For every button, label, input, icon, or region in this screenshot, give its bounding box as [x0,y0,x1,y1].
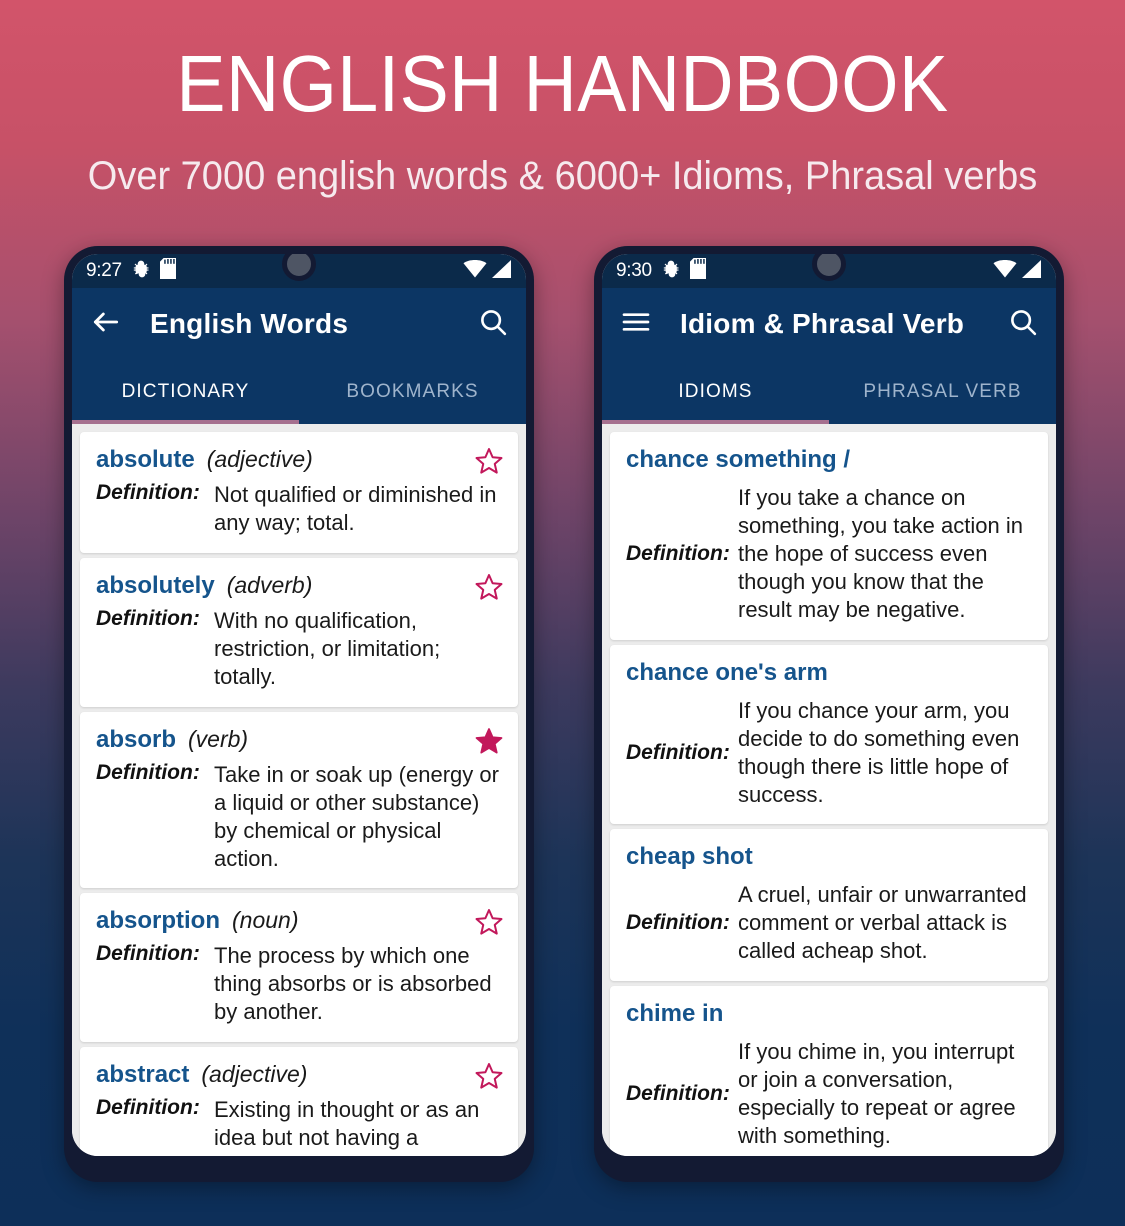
sd-card-icon [159,258,176,284]
back-arrow-icon[interactable] [90,306,122,343]
definition-label: Definition: [626,911,730,935]
dictionary-list[interactable]: absolute (adjective) Definition: Not qua… [72,424,526,1156]
definition-label: Definition: [96,481,200,504]
bookmark-star-icon[interactable] [474,907,504,937]
idiom-entry[interactable]: chime in Definition: If you chime in, yo… [610,986,1048,1156]
definition-text: Existing in thought or as an idea but no… [214,1097,480,1156]
bug-gear-icon [661,259,681,284]
definition-text: Not qualified or diminished in any way; … [214,482,497,535]
status-time: 9:27 [86,260,122,281]
entry-word: absorption [96,907,220,935]
bookmark-star-icon-filled[interactable] [474,726,504,756]
tab-indicator [72,420,299,424]
app-bar-left: English Words [72,288,526,360]
screen-left: 9:27 English Words DICTIONARY BOOKMARKS … [72,254,526,1156]
sd-card-icon [689,258,706,284]
page-title: ENGLISH HANDBOOK [176,39,949,128]
definition-label: Definition: [96,1096,200,1120]
tab-phrasal-verb[interactable]: PHRASAL VERB [829,360,1056,424]
entry-part-of-speech: (adverb) [226,571,313,598]
idiom-entry[interactable]: cheap shot Definition: A cruel, unfair o… [610,829,1048,982]
idiom-entry[interactable]: chance one's arm Definition: If you chan… [610,644,1048,825]
bookmark-star-icon[interactable] [474,1061,504,1091]
search-icon[interactable] [1008,307,1038,342]
idiom-entry[interactable]: chance something / Definition: If you ta… [610,432,1048,640]
definition-text: A cruel, unfair or unwarranted comment o… [738,882,1027,964]
idiom-title: chance one's arm [626,658,828,686]
phone-mockup-right: 9:30 Idiom & Phrasal Verb IDIOMS PHRASAL… [594,246,1064,1182]
entry-part-of-speech: (adjective) [201,1061,308,1088]
entry-part-of-speech: (adjective) [206,446,313,472]
definition-label: Definition: [626,1082,730,1106]
screen-right: 9:30 Idiom & Phrasal Verb IDIOMS PHRASAL… [602,254,1056,1156]
signal-icon [1022,259,1042,283]
entry-part-of-speech: (noun) [232,907,299,934]
definition-label: Definition: [96,942,200,966]
app-bar-title: Idiom & Phrasal Verb [680,308,965,339]
entry-word: absorb [96,725,177,753]
promo-header: ENGLISH HANDBOOK Over 7000 english words… [0,0,1125,198]
definition-label: Definition: [96,760,200,784]
definition-text: If you chime in, you interrupt or join a… [738,1039,1016,1149]
entry-word: absolutely [96,571,215,599]
definition-label: Definition: [626,740,730,764]
definition-text: If you chance your arm, you decide to do… [738,697,1020,807]
idiom-title: chance something / [626,446,851,473]
dictionary-entry[interactable]: absolutely (adverb) Definition: With no … [80,557,518,707]
wifi-icon [463,259,487,283]
app-bar-title: English Words [150,308,349,339]
definition-text: If you take a chance on something, you t… [738,485,1023,622]
tab-indicator [602,420,829,424]
bookmark-star-icon[interactable] [474,572,504,602]
idiom-title: chime in [626,1000,724,1028]
tab-idioms[interactable]: IDIOMS [602,360,829,424]
entry-part-of-speech: (verb) [188,725,249,752]
definition-text: The process by which one thing absorbs o… [214,943,492,1025]
wifi-icon [993,259,1017,283]
search-icon[interactable] [478,307,508,342]
tab-bookmarks[interactable]: BOOKMARKS [299,360,526,424]
idiom-list[interactable]: chance something / Definition: If you ta… [602,424,1056,1156]
hamburger-menu-icon[interactable] [620,306,652,343]
bug-gear-icon [131,259,151,284]
dictionary-entry[interactable]: abstract (adjective) Definition: Existin… [80,1047,518,1156]
signal-icon [492,259,512,283]
definition-text: Take in or soak up (energy or a liquid o… [214,761,499,871]
page-subtitle: Over 7000 english words & 6000+ Idioms, … [87,154,1038,198]
definition-label: Definition: [96,606,200,630]
bookmark-star-icon[interactable] [474,446,504,476]
app-bar-right: Idiom & Phrasal Verb [602,288,1056,360]
tab-bar-right: IDIOMS PHRASAL VERB [602,360,1056,424]
tab-dictionary[interactable]: DICTIONARY [72,360,299,424]
definition-text: With no qualification, restriction, or l… [214,607,441,689]
dictionary-entry[interactable]: absolute (adjective) Definition: Not qua… [80,432,518,553]
tab-bar-left: DICTIONARY BOOKMARKS [72,360,526,424]
entry-word: absolute [96,446,195,473]
status-time: 9:30 [616,260,652,281]
dictionary-entry[interactable]: absorb (verb) Definition: Take in or soa… [80,711,518,889]
entry-word: abstract [96,1061,190,1089]
idiom-title: cheap shot [626,843,753,871]
phone-mockup-left: 9:27 English Words DICTIONARY BOOKMARKS … [64,246,534,1182]
dictionary-entry[interactable]: absorption (noun) Definition: The proces… [80,893,518,1043]
definition-label: Definition: [626,541,730,565]
